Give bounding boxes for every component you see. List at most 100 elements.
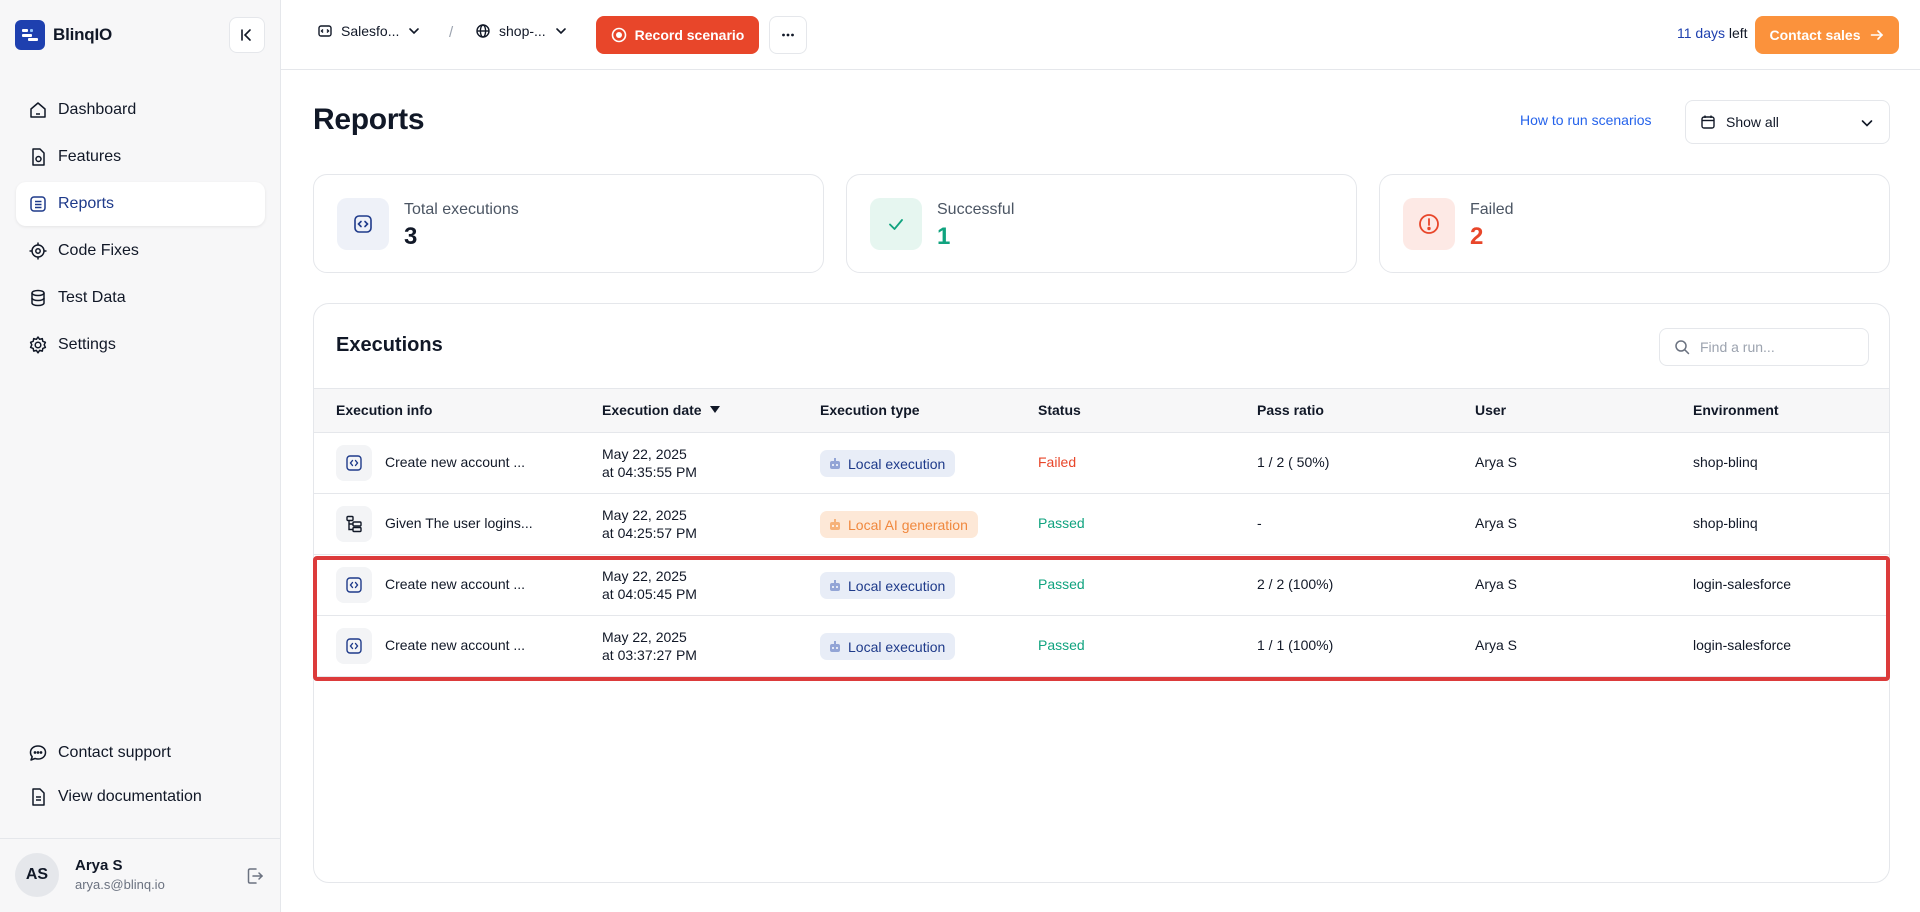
check-icon — [870, 198, 922, 250]
execution-type-label: Local AI generation — [848, 516, 968, 533]
contact-sales-button[interactable]: Contact sales — [1755, 16, 1899, 54]
table-row[interactable]: Create new account ... May 22, 2025 at 0… — [314, 555, 1889, 616]
sidebar-item-features[interactable]: Features — [16, 135, 265, 179]
execution-type-badge: Local AI generation — [820, 511, 978, 538]
steps-icon — [336, 506, 372, 542]
more-options-button[interactable] — [769, 16, 807, 54]
chevron-down-icon — [1861, 120, 1873, 127]
filter-dropdown[interactable]: Show all — [1685, 100, 1890, 144]
execution-date-time: at 04:25:57 PM — [602, 525, 697, 541]
brand-name: BlinqIO — [53, 25, 113, 44]
column-header-user[interactable]: User — [1475, 402, 1506, 418]
sidebar-item-label: Test Data — [58, 289, 126, 306]
brand[interactable]: BlinqIO — [15, 20, 112, 50]
executions-title: Executions — [336, 334, 443, 356]
table-row[interactable]: Create new account ... May 22, 2025 at 0… — [314, 433, 1889, 494]
sidebar-nav: Dashboard Features Reports Code Fixes Te… — [16, 88, 265, 370]
search-input[interactable] — [1700, 339, 1850, 355]
column-header-execution-type[interactable]: Execution type — [820, 402, 920, 418]
environment: shop-blinq — [1693, 454, 1758, 470]
code-icon — [336, 567, 372, 603]
how-to-run-scenarios-link[interactable]: How to run scenarios — [1520, 112, 1652, 128]
user-email: arya.s@blinq.io — [75, 877, 165, 892]
executions-panel: Executions Execution info Execution date… — [313, 303, 1890, 883]
robot-icon — [830, 640, 840, 652]
execution-info: Given The user logins... — [385, 515, 533, 531]
user-name: Arya S — [75, 857, 123, 874]
stat-card-failed: Failed 2 — [1379, 174, 1890, 273]
execution-date-day: May 22, 2025 — [602, 507, 687, 523]
column-header-environment[interactable]: Environment — [1693, 402, 1779, 418]
sidebar-item-settings[interactable]: Settings — [16, 323, 265, 367]
column-header-execution-date[interactable]: Execution date — [602, 402, 720, 418]
environment: login-salesforce — [1693, 637, 1792, 653]
sidebar-item-label: Code Fixes — [58, 242, 139, 259]
execution-type-badge: Local execution — [820, 450, 956, 477]
execution-date: May 22, 2025 at 04:35:55 PM — [602, 445, 697, 481]
execution-type-label: Local execution — [848, 455, 946, 472]
stat-card-successful: Successful 1 — [846, 174, 1357, 273]
page-title: Reports — [313, 103, 425, 136]
table-row[interactable]: Create new account ... May 22, 2025 at 0… — [314, 616, 1889, 677]
pass-ratio: 1 / 2 ( 50%) — [1257, 454, 1330, 470]
execution-type-label: Local execution — [848, 577, 946, 594]
status-text: Failed — [1038, 454, 1077, 470]
execution-info: Create new account ... — [385, 454, 526, 470]
sidebar-item-label: Reports — [58, 195, 115, 212]
document-icon — [32, 788, 45, 806]
user: Arya S — [1475, 576, 1518, 592]
execution-date: May 22, 2025 at 03:37:27 PM — [602, 628, 697, 664]
execution-date-time: at 03:37:27 PM — [602, 647, 697, 663]
table-row[interactable]: Given The user logins... May 22, 2025 at… — [314, 494, 1889, 555]
status-text: Passed — [1038, 515, 1085, 531]
breadcrumb-separator: / — [449, 24, 454, 41]
pass-ratio: 2 / 2 (100%) — [1257, 576, 1334, 592]
stat-label: Successful — [937, 201, 1015, 218]
code-icon — [336, 445, 372, 481]
sidebar-item-code-fixes[interactable]: Code Fixes — [16, 229, 265, 273]
sidebar-item-reports[interactable]: Reports — [16, 182, 265, 226]
user-profile: AS Arya S arya.s@blinq.io — [0, 838, 281, 912]
record-scenario-label: Record scenario — [634, 27, 745, 43]
calendar-icon — [1701, 115, 1715, 129]
blinqio-logo-icon — [15, 20, 45, 50]
feature-file-icon — [32, 148, 45, 166]
execution-date: May 22, 2025 at 04:25:57 PM — [602, 506, 697, 542]
user: Arya S — [1475, 454, 1518, 470]
avatar[interactable]: AS — [15, 853, 59, 897]
project-name: Salesfo... — [341, 23, 400, 39]
sidebar-item-label: Features — [58, 148, 122, 165]
execution-date-day: May 22, 2025 — [602, 446, 687, 462]
contact-support-link[interactable]: Contact support — [16, 731, 265, 775]
logout-button[interactable] — [245, 866, 265, 891]
column-header-status[interactable]: Status — [1038, 402, 1081, 418]
sidebar-item-test-data[interactable]: Test Data — [16, 276, 265, 320]
globe-icon — [476, 24, 490, 38]
code-icon — [337, 198, 389, 250]
column-header-pass-ratio[interactable]: Pass ratio — [1257, 402, 1324, 418]
execution-info: Create new account ... — [385, 637, 526, 653]
table-header: Execution info Execution date Execution … — [314, 388, 1889, 433]
execution-type-badge: Local execution — [820, 633, 956, 660]
environment-selector[interactable]: shop-... — [475, 23, 568, 39]
trial-days: 11 days — [1677, 25, 1725, 41]
user: Arya S — [1475, 637, 1518, 653]
filter-value: Show all — [1726, 114, 1779, 130]
search-icon — [1675, 340, 1690, 355]
record-scenario-button[interactable]: Record scenario — [596, 16, 759, 54]
collapse-sidebar-button[interactable] — [229, 17, 265, 53]
find-run-search[interactable] — [1659, 328, 1869, 366]
execution-date-day: May 22, 2025 — [602, 629, 687, 645]
sidebar-item-label: Settings — [58, 336, 116, 353]
sidebar-item-dashboard[interactable]: Dashboard — [16, 88, 265, 132]
gear-bug-icon — [29, 242, 47, 260]
home-icon — [30, 102, 46, 118]
project-selector[interactable]: Salesfo... — [317, 23, 421, 39]
environment-name: shop-... — [499, 23, 546, 39]
view-documentation-link[interactable]: View documentation — [16, 775, 265, 819]
execution-date: May 22, 2025 at 04:05:45 PM — [602, 567, 697, 603]
user: Arya S — [1475, 515, 1518, 531]
execution-date-time: at 04:05:45 PM — [602, 586, 697, 602]
column-header-execution-info[interactable]: Execution info — [336, 402, 432, 418]
trial-remaining: 11 days left — [1677, 25, 1748, 41]
